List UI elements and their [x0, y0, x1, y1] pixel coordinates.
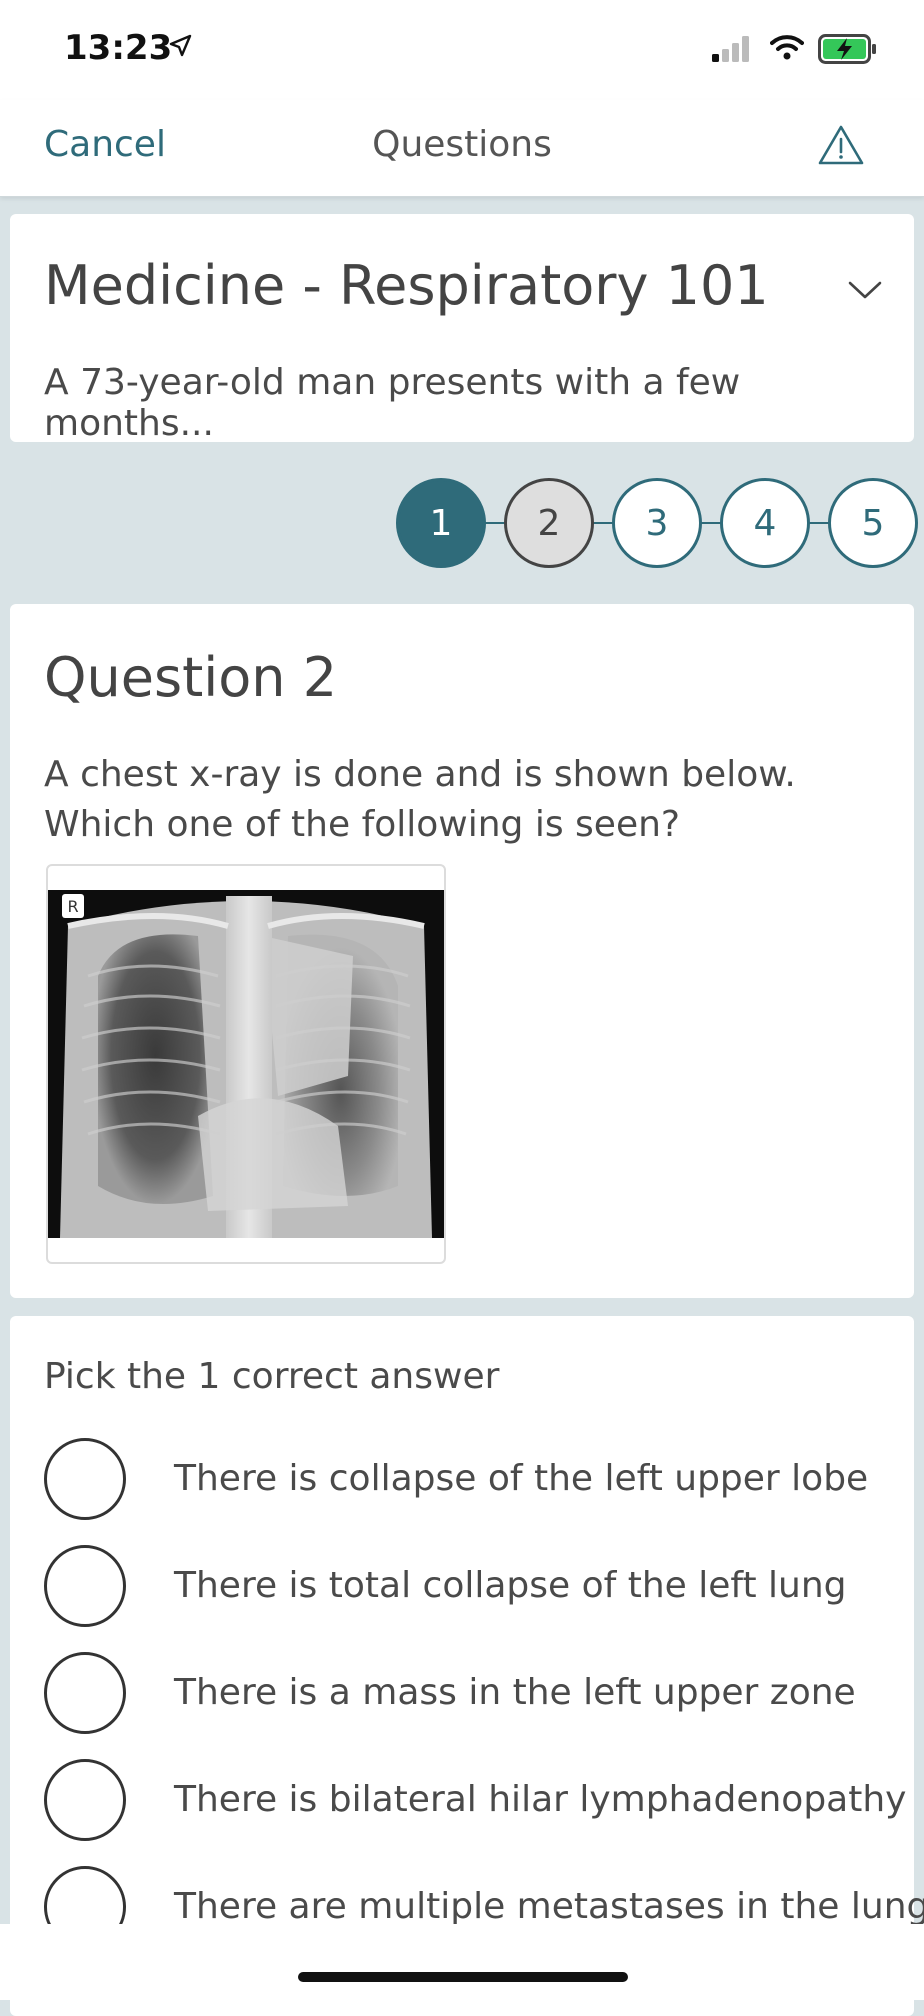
radio-button[interactable] — [44, 1759, 126, 1841]
cellular-signal-icon — [712, 36, 752, 66]
battery-charging-icon — [818, 34, 878, 68]
answer-option-label: There are multiple metastases in the lun… — [174, 1886, 924, 1927]
radio-button[interactable] — [44, 1652, 126, 1734]
xray-marker-label: R — [67, 897, 78, 916]
answers-card: Pick the 1 correct answer There is colla… — [10, 1316, 924, 2016]
radio-button[interactable] — [44, 1438, 126, 1520]
home-indicator-area — [0, 1924, 924, 2000]
question-card: Question 2 A chest x-ray is done and is … — [10, 604, 914, 1298]
status-time: 13:23 — [64, 28, 173, 68]
step-1[interactable]: 1 — [396, 478, 486, 568]
answer-option-label: There is total collapse of the left lung — [174, 1565, 847, 1606]
question-text: A chest x-ray is done and is shown below… — [44, 754, 796, 845]
case-title: Medicine - Respiratory 101 — [44, 254, 769, 317]
case-snippet: A 73-year-old man presents with a few mo… — [44, 362, 741, 444]
case-card[interactable]: Medicine - Respiratory 101 A 73-year-old… — [10, 214, 914, 444]
navigation-bar: Cancel Questions — [0, 100, 924, 197]
location-arrow-icon — [168, 34, 192, 62]
wifi-icon — [770, 34, 804, 64]
answer-option-label: There is a mass in the left upper zone — [174, 1672, 856, 1713]
answer-option-4[interactable]: There is bilateral hilar lymphadenopathy — [44, 1759, 907, 1849]
question-heading: Question 2 — [44, 646, 338, 709]
status-bar: 13:23 — [0, 0, 924, 100]
warning-triangle-icon[interactable] — [818, 124, 864, 170]
answer-option-1[interactable]: There is collapse of the left upper lobe — [44, 1438, 904, 1528]
step-5[interactable]: 5 — [828, 478, 918, 568]
step-4[interactable]: 4 — [720, 478, 810, 568]
chest-xray-image[interactable]: R — [46, 864, 446, 1264]
question-stepper: 1 2 3 4 5 — [396, 478, 918, 568]
answer-option-2[interactable]: There is total collapse of the left lung — [44, 1545, 904, 1635]
radio-button[interactable] — [44, 1545, 126, 1627]
answer-instruction: Pick the 1 correct answer — [44, 1356, 500, 1397]
answer-option-label: There is collapse of the left upper lobe — [174, 1458, 869, 1499]
answer-option-3[interactable]: There is a mass in the left upper zone — [44, 1652, 904, 1742]
answer-option-label: There is bilateral hilar lymphadenopathy — [174, 1779, 907, 1820]
step-3[interactable]: 3 — [612, 478, 702, 568]
step-2[interactable]: 2 — [504, 478, 594, 568]
cancel-button[interactable]: Cancel — [44, 124, 166, 165]
chevron-down-icon[interactable] — [848, 280, 882, 304]
home-indicator[interactable] — [298, 1972, 628, 1982]
